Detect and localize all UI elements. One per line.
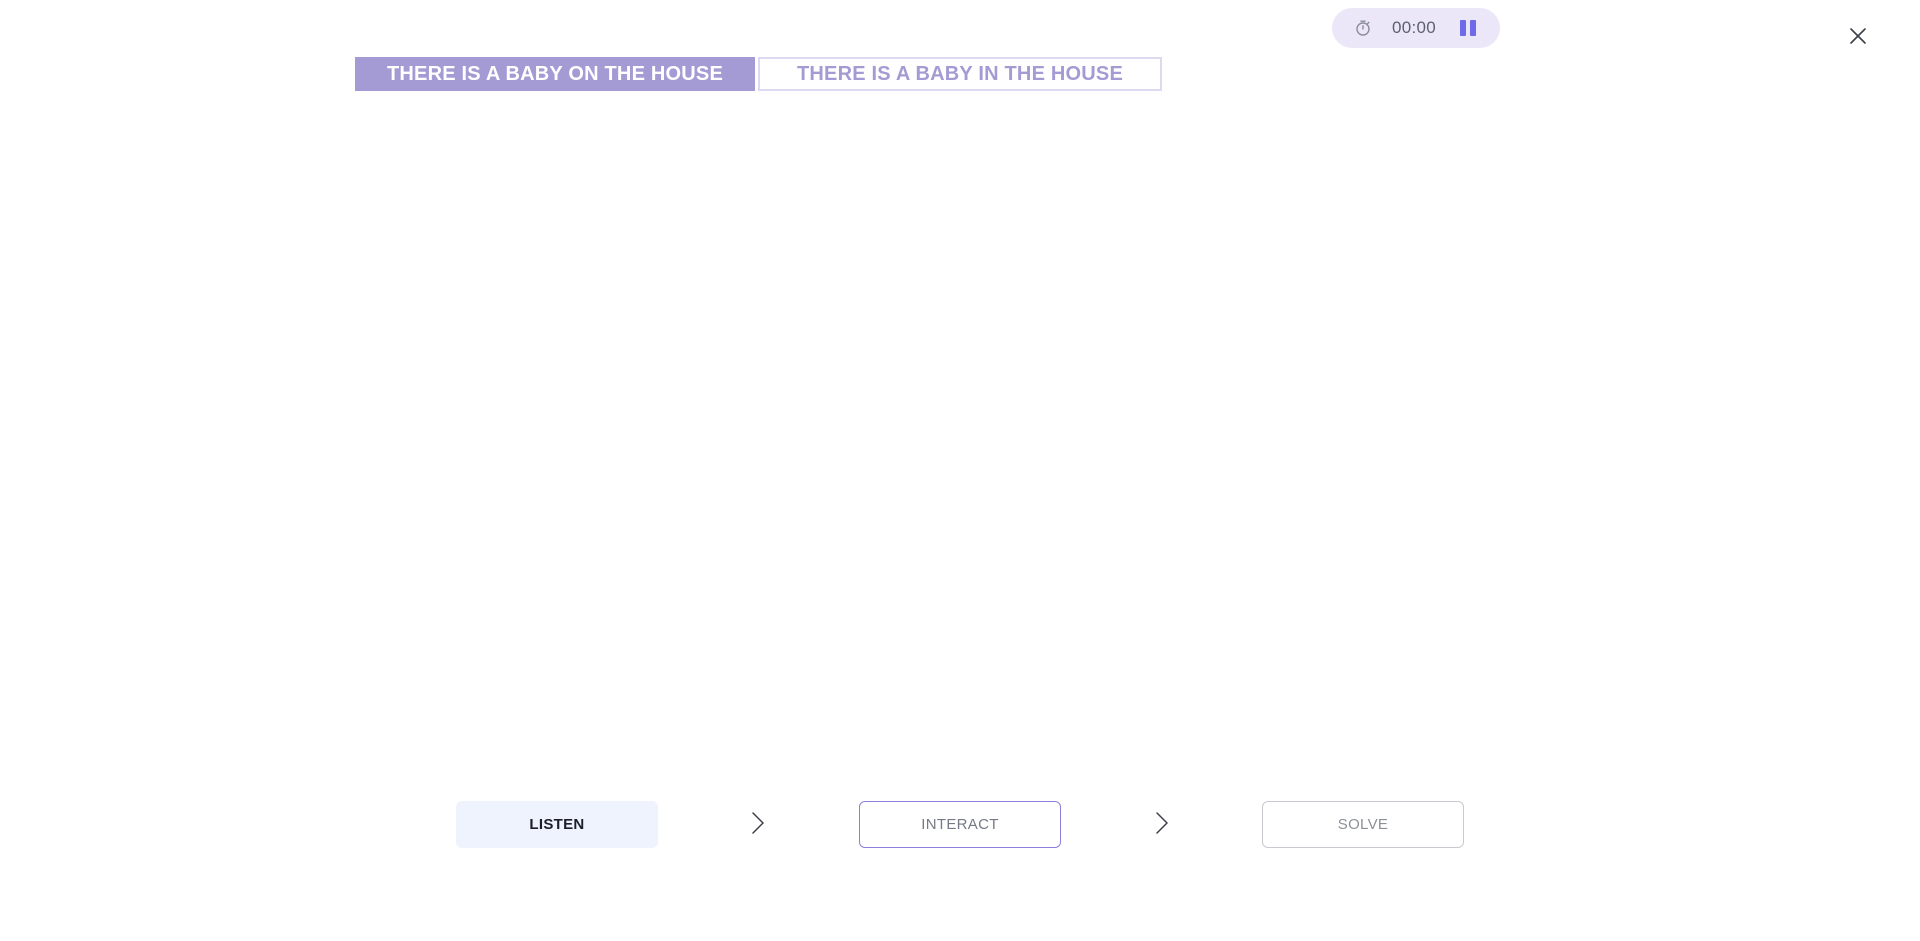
interact-step-button[interactable]: INTERACT <box>859 801 1061 848</box>
pause-bar-left <box>1460 20 1466 36</box>
solve-step-button[interactable]: SOLVE <box>1262 801 1464 848</box>
answer-option-in[interactable]: THERE IS A BABY IN THE HOUSE <box>758 57 1162 91</box>
page: 00:00 THERE IS A BABY ON THE HOUSE THERE… <box>0 0 1920 941</box>
pause-bar-right <box>1470 20 1476 36</box>
listen-step-button[interactable]: LISTEN <box>456 801 658 848</box>
timer-pill: 00:00 <box>1332 8 1500 48</box>
chevron-right-icon <box>1154 810 1170 836</box>
timer-value: 00:00 <box>1392 18 1437 37</box>
close-icon[interactable] <box>1846 24 1870 48</box>
answer-option-on[interactable]: THERE IS A BABY ON THE HOUSE <box>355 57 755 91</box>
pause-icon[interactable] <box>1460 20 1476 36</box>
chevron-right-icon <box>750 810 766 836</box>
stopwatch-icon <box>1354 19 1372 37</box>
